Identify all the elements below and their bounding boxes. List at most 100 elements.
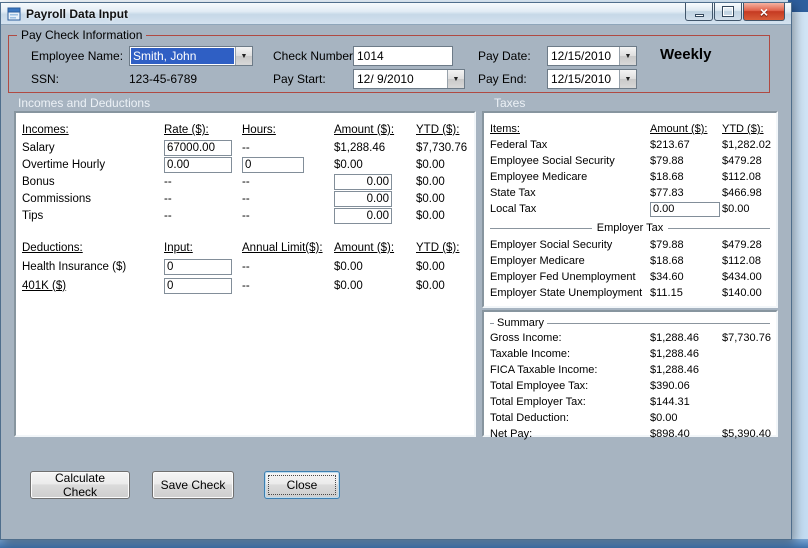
summary-label: Net Pay: <box>490 428 533 440</box>
summary-amount: $390.06 <box>650 380 690 392</box>
summary-row-net-pay: Net Pay: $898.40 $5,390.40 <box>490 426 771 442</box>
local-tax-input[interactable] <box>650 201 720 217</box>
deduction-ytd: $0.00 <box>416 260 445 273</box>
deductions-header-limit: Annual Limit($): <box>242 242 323 254</box>
employee-name-dropdown-arrow-icon[interactable]: ▼ <box>235 47 252 65</box>
tax-name: State Tax <box>490 187 536 199</box>
tax-amount: $18.68 <box>650 255 684 267</box>
paycheck-info-group-label: Pay Check Information <box>17 28 147 42</box>
pay-date-label: Pay Date: <box>478 49 531 63</box>
summary-row-taxable-income: Taxable Income: $1,288.46 <box>490 346 770 362</box>
maximize-icon <box>723 7 733 16</box>
taxes-header-amount: Amount ($): <box>650 123 708 135</box>
summary-ytd: $7,730.76 <box>722 332 771 344</box>
pay-end-picker[interactable]: 12/15/2010 ▼ <box>547 69 637 89</box>
pay-end-dropdown-arrow-icon[interactable]: ▼ <box>619 70 636 88</box>
overtime-hours-input[interactable] <box>242 156 304 173</box>
tax-name: Employee Medicare <box>490 171 588 183</box>
income-rate: -- <box>164 209 172 222</box>
titlebar[interactable]: Payroll Data Input × <box>1 3 791 25</box>
pay-start-label: Pay Start: <box>273 72 326 86</box>
income-ytd: $7,730.76 <box>416 141 468 154</box>
tax-ytd: $1,282.02 <box>722 139 771 151</box>
pay-start-dropdown-arrow-icon[interactable]: ▼ <box>447 70 464 88</box>
close-icon: × <box>759 3 769 20</box>
health-insurance-input[interactable] <box>164 258 232 275</box>
overtime-rate-input[interactable] <box>164 156 232 173</box>
taxes-header-ytd: YTD ($): <box>722 123 764 135</box>
deductions-header-row: Deductions: Input: Annual Limit($): Amou… <box>22 239 468 257</box>
employer-tax-label: Employer Tax <box>596 222 664 234</box>
tips-amount-input[interactable] <box>334 207 392 224</box>
summary-amount: $1,288.46 <box>650 348 699 360</box>
summary-group-label: Summary <box>497 317 545 329</box>
summary-row-total-deduction: Total Deduction: $0.00 <box>490 410 770 426</box>
deductions-header-input: Input: <box>164 242 193 254</box>
incomes-deductions-panel: Incomes: Rate ($): Hours: Amount ($): YT… <box>14 111 476 437</box>
tax-name: Employer Fed Unemployment <box>490 271 636 283</box>
deduction-row-401k: 401K ($) -- $0.00 $0.00 <box>22 276 468 295</box>
minimize-button[interactable] <box>685 3 713 21</box>
deductions-header-ytd: YTD ($): <box>416 242 460 254</box>
pay-end-value: 12/15/2010 <box>551 72 612 86</box>
deduction-401k-link[interactable]: 401K ($) <box>22 280 164 292</box>
income-row-tips: Tips -- -- $0.00 <box>22 207 468 224</box>
tax-row-state: State Tax $77.83 $466.98 <box>490 185 770 201</box>
deduction-name: Health Insurance ($) <box>22 260 127 273</box>
tax-ytd: $112.08 <box>722 171 761 183</box>
summary-amount: $1,288.46 <box>650 332 699 344</box>
section-label-incomes-deductions: Incomes and Deductions <box>18 96 151 110</box>
employee-name-value: Smith, John <box>131 48 234 64</box>
income-ytd: $0.00 <box>416 175 445 188</box>
income-row-overtime: Overtime Hourly $0.00 $0.00 <box>22 156 468 173</box>
incomes-header-row: Incomes: Rate ($): Hours: Amount ($): YT… <box>22 121 468 139</box>
close-button[interactable]: Close <box>264 471 340 499</box>
maximize-button[interactable] <box>714 3 742 21</box>
close-window-button[interactable]: × <box>743 3 785 21</box>
income-hours: -- <box>242 141 250 154</box>
summary-label: Total Employee Tax: <box>490 380 589 392</box>
check-number-input[interactable] <box>353 46 453 66</box>
taskbar-strip <box>0 539 808 548</box>
tax-amount: $79.88 <box>650 239 684 251</box>
tax-name: Employee Social Security <box>490 155 615 167</box>
income-name: Overtime Hourly <box>22 158 106 171</box>
tax-ytd: $466.98 <box>722 187 762 199</box>
incomes-header-amount: Amount ($): <box>334 124 395 136</box>
summary-label: Gross Income: <box>490 332 562 344</box>
income-hours: -- <box>242 209 250 222</box>
income-amount: $1,288.46 <box>334 141 386 154</box>
tax-name: Employer Medicare <box>490 255 585 267</box>
tax-row-local: Local Tax $0.00 <box>490 201 770 217</box>
bonus-amount-input[interactable] <box>334 173 392 190</box>
tax-amount: $79.88 <box>650 155 684 167</box>
summary-ytd: $5,390.40 <box>722 428 771 440</box>
income-ytd: $0.00 <box>416 209 445 222</box>
payroll-window: Payroll Data Input × Pay Check Informati… <box>0 2 792 540</box>
taxes-panel: Items: Amount ($): YTD ($): Federal Tax … <box>482 111 778 308</box>
pay-date-picker[interactable]: 12/15/2010 ▼ <box>547 46 637 66</box>
incomes-header-hours: Hours: <box>242 124 276 136</box>
pay-date-dropdown-arrow-icon[interactable]: ▼ <box>619 47 636 65</box>
salary-rate-input[interactable] <box>164 139 232 156</box>
employee-name-select[interactable]: Smith, John ▼ <box>129 46 253 66</box>
tax-row-federal: Federal Tax $213.67 $1,282.02 <box>490 137 771 153</box>
deduction-401k-input[interactable] <box>164 277 232 294</box>
commissions-amount-input[interactable] <box>334 190 392 207</box>
summary-label: Total Deduction: <box>490 412 569 424</box>
income-name: Commissions <box>22 192 92 205</box>
summary-row-total-employee-tax: Total Employee Tax: $390.06 <box>490 378 770 394</box>
pay-end-label: Pay End: <box>478 72 527 86</box>
summary-amount: $144.31 <box>650 396 690 408</box>
tax-ytd: $140.00 <box>722 287 762 299</box>
pay-start-picker[interactable]: 12/ 9/2010 ▼ <box>353 69 465 89</box>
income-ytd: $0.00 <box>416 192 445 205</box>
incomes-header-rate: Rate ($): <box>164 124 209 136</box>
tax-row-employer-fed-unemployment: Employer Fed Unemployment $34.60 $434.00 <box>490 269 770 285</box>
tax-ytd: $0.00 <box>722 203 750 215</box>
tax-row-employer-state-unemployment: Employer State Unemployment $11.15 $140.… <box>490 285 770 301</box>
save-check-button[interactable]: Save Check <box>152 471 234 499</box>
calculate-check-button[interactable]: Calculate Check <box>30 471 130 499</box>
employee-name-label: Employee Name: <box>31 49 124 63</box>
minimize-icon <box>694 13 704 17</box>
